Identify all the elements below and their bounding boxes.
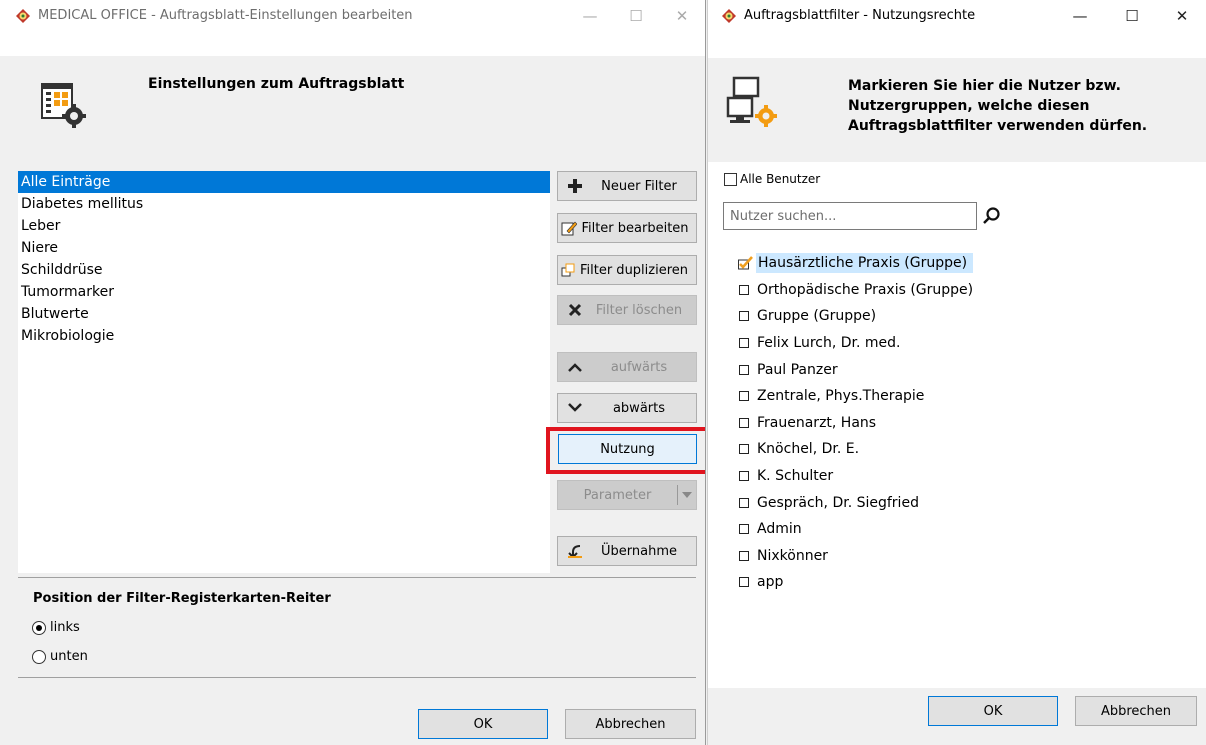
delete-filter-button[interactable]: Filter löschen xyxy=(557,295,697,325)
list-item[interactable]: Orthopädische Praxis (Gruppe) xyxy=(739,277,973,304)
checkmark-icon[interactable] xyxy=(738,256,755,270)
ok-button[interactable]: OK xyxy=(928,696,1058,726)
settings-window: MEDICAL OFFICE - Auftragsblatt-Einstellu… xyxy=(0,0,706,745)
minimize-button[interactable]: — xyxy=(567,0,613,31)
filter-item[interactable]: Leber xyxy=(18,215,550,237)
highlight-frame xyxy=(546,427,705,474)
filter-item[interactable]: Niere xyxy=(18,237,550,259)
list-item[interactable]: Hausärztliche Praxis (Gruppe) xyxy=(738,250,974,277)
list-item[interactable]: Knöchel, Dr. E. xyxy=(739,436,973,463)
new-filter-button[interactable]: Neuer Filter xyxy=(557,171,697,201)
list-item[interactable]: Felix Lurch, Dr. med. xyxy=(739,330,973,357)
separator xyxy=(18,577,696,578)
duplicate-filter-button[interactable]: Filter duplizieren xyxy=(557,255,697,285)
list-item[interactable]: Paul Panzer xyxy=(739,356,973,383)
maximize-button[interactable]: ☐ xyxy=(1106,0,1158,31)
user-search-input[interactable] xyxy=(723,202,977,230)
checkbox[interactable] xyxy=(739,550,749,561)
header-panel: Einstellungen zum Auftragsblatt xyxy=(0,56,705,162)
takeover-arrow-icon xyxy=(564,544,586,558)
checkbox[interactable] xyxy=(739,364,749,375)
ok-button[interactable]: OK xyxy=(418,709,548,739)
checkbox[interactable] xyxy=(739,417,749,428)
user-selection-body: Alle Benutzer Hausärztliche Praxis (Grup… xyxy=(708,162,1206,745)
titlebar[interactable]: MEDICAL OFFICE - Auftragsblatt-Einstellu… xyxy=(0,0,705,31)
filter-item[interactable]: Blutwerte xyxy=(18,303,550,325)
filter-item[interactable]: Diabetes mellitus xyxy=(18,193,550,215)
checkbox[interactable] xyxy=(739,497,749,508)
window-title: MEDICAL OFFICE - Auftragsblatt-Einstellu… xyxy=(38,8,413,23)
duplicate-icon xyxy=(560,263,576,277)
close-button[interactable]: ✕ xyxy=(659,0,705,31)
checkbox[interactable] xyxy=(739,524,749,535)
filter-item[interactable]: Mikrobiologie xyxy=(18,325,550,347)
filter-item[interactable]: Alle Einträge xyxy=(18,171,550,193)
checkbox[interactable] xyxy=(739,338,749,349)
form-settings-icon xyxy=(40,80,92,132)
window-title: Auftragsblattfilter - Nutzungsrechte xyxy=(744,8,976,23)
list-item[interactable]: Frauenarzt, Hans xyxy=(739,410,973,437)
titlebar[interactable]: Auftragsblattfilter - Nutzungsrechte — ☐… xyxy=(708,0,1206,31)
all-users-checkbox[interactable]: Alle Benutzer xyxy=(724,172,820,186)
checkbox[interactable] xyxy=(739,577,749,588)
radio-button[interactable] xyxy=(32,649,46,664)
maximize-button[interactable]: ☐ xyxy=(613,0,659,31)
list-item[interactable]: Nixkönner xyxy=(739,543,973,570)
filter-list[interactable]: Alle Einträge Diabetes mellitus Leber Ni… xyxy=(18,171,550,573)
close-button[interactable]: ✕ xyxy=(1158,0,1206,31)
usage-rights-window: Auftragsblattfilter - Nutzungsrechte — ☐… xyxy=(707,0,1206,745)
cancel-button[interactable]: Abbrechen xyxy=(565,709,696,739)
plus-icon xyxy=(564,179,586,193)
checkbox[interactable] xyxy=(724,172,737,186)
radio-button[interactable] xyxy=(32,620,46,635)
move-down-button[interactable]: abwärts xyxy=(557,393,697,423)
radio-left[interactable]: links xyxy=(32,620,80,635)
checkbox[interactable] xyxy=(739,391,749,402)
users-computer-settings-icon xyxy=(726,76,778,128)
list-item[interactable]: Gespräch, Dr. Siegfried xyxy=(739,489,973,516)
chevron-up-icon xyxy=(564,362,586,372)
edit-icon xyxy=(560,220,578,236)
minimize-button[interactable]: — xyxy=(1054,0,1106,31)
checkbox[interactable] xyxy=(739,471,749,482)
list-item[interactable]: Gruppe (Gruppe) xyxy=(739,303,973,330)
medical-office-logo-icon xyxy=(720,8,738,24)
chevron-down-icon xyxy=(564,403,586,413)
checkbox[interactable] xyxy=(739,444,749,455)
filter-item[interactable]: Tumormarker xyxy=(18,281,550,303)
checkbox[interactable] xyxy=(739,284,749,295)
list-item[interactable]: Zentrale, Phys.Therapie xyxy=(739,383,973,410)
parameter-button[interactable]: Parameter xyxy=(557,480,697,510)
search-icon[interactable] xyxy=(982,206,1002,226)
position-title: Position der Filter-Registerkarten-Reite… xyxy=(33,591,331,606)
list-item[interactable]: app xyxy=(739,569,973,596)
edit-filter-button[interactable]: Filter bearbeiten xyxy=(557,213,697,243)
dropdown-arrow-icon[interactable] xyxy=(678,492,696,498)
filter-item[interactable]: Schilddrüse xyxy=(18,259,550,281)
move-up-button[interactable]: aufwärts xyxy=(557,352,697,382)
header-title: Markieren Sie hier die Nutzer bzw. Nutze… xyxy=(848,78,1148,134)
list-item[interactable]: K. Schulter xyxy=(739,463,973,490)
header-title: Einstellungen zum Auftragsblatt xyxy=(148,76,405,92)
separator xyxy=(18,677,696,678)
delete-x-icon xyxy=(564,303,586,317)
checkbox[interactable] xyxy=(739,311,749,322)
user-list[interactable]: Hausärztliche Praxis (Gruppe) Orthopädis… xyxy=(738,250,974,596)
medical-office-logo-icon xyxy=(14,8,32,24)
radio-bottom[interactable]: unten xyxy=(32,649,88,664)
footer: OK Abbrechen xyxy=(708,688,1206,745)
header-panel: Markieren Sie hier die Nutzer bzw. Nutze… xyxy=(708,58,1206,162)
cancel-button[interactable]: Abbrechen xyxy=(1075,696,1197,726)
list-item[interactable]: Admin xyxy=(739,516,973,543)
takeover-button[interactable]: Übernahme xyxy=(557,536,697,566)
